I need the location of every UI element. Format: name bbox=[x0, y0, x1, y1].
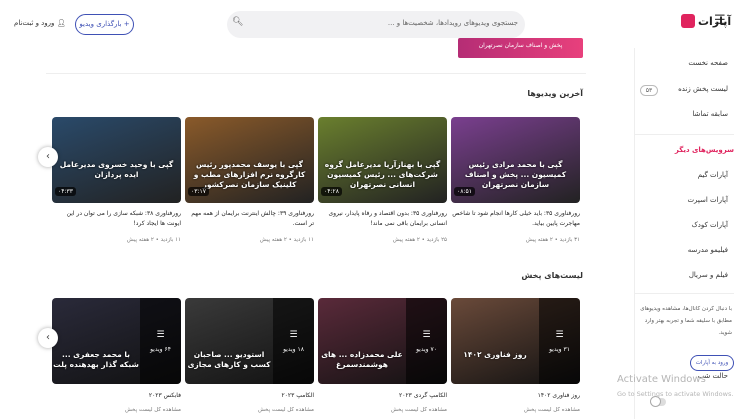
user-icon: 👤︎ bbox=[56, 19, 66, 27]
section-divider bbox=[46, 73, 586, 74]
video-title[interactable]: رورفناوری ۳۹: چالش اینترنت برایمان از هم… bbox=[185, 209, 314, 229]
video-meta: ۳۱ بازدید • ۲ هفته پیش bbox=[525, 237, 580, 243]
live-count-badge: ۵۳ bbox=[640, 85, 658, 96]
playlist-thumbnail-caption: استودیو ... صاحبان کسب و کارهای مجازی bbox=[187, 350, 271, 369]
playlist-video-count: ۱۸ ویدیو bbox=[283, 346, 304, 353]
aparat-logo-icon[interactable] bbox=[681, 14, 695, 28]
thumbnail-caption: گپی با یوسف محمدپور رئیس کارگروه نرم افز… bbox=[193, 160, 306, 189]
playlist-icon: ☰ bbox=[289, 330, 298, 340]
duration-badge: ۰۴:۳۳ bbox=[55, 187, 76, 196]
latest-scroll-arrow-icon[interactable]: ‹ bbox=[38, 147, 58, 167]
view-playlist-link[interactable]: مشاهده کل لیست پخش bbox=[52, 407, 181, 413]
video-title[interactable]: رورفناوری ۳۸: شبکه سازی را می توان در ای… bbox=[52, 209, 181, 229]
video-meta: ۱۱ بازدید • ۲ هفته پیش bbox=[126, 237, 181, 243]
playlist-thumbnail-caption: علی محمدزاده ... های هوشمندسمرغ bbox=[321, 350, 403, 369]
playlist-overlay bbox=[273, 298, 314, 384]
playlist-icon: ☰ bbox=[555, 330, 564, 340]
playlist-icon: ☰ bbox=[422, 330, 431, 340]
upload-video-button[interactable]: + بارگذاری ویدیو bbox=[75, 14, 134, 35]
video-meta: ۱۱ بازدید • ۲ هفته پیش bbox=[259, 237, 314, 243]
logo-text[interactable]: آپارات bbox=[698, 15, 731, 28]
playlist-scroll-arrow-icon[interactable]: ‹ bbox=[38, 328, 58, 348]
playlist-title[interactable]: الکامپ گردی ۲۰۲۳ bbox=[318, 391, 447, 401]
sidebar-item-kids[interactable]: آپارات کودک bbox=[692, 221, 729, 229]
view-playlist-link[interactable]: مشاهده کل لیست پخش bbox=[451, 407, 580, 413]
video-title[interactable]: رورفناوری ۳۵: باید خیلی کارها انجام شود … bbox=[451, 209, 580, 229]
sidebar-item-sport[interactable]: آپارات اسپرت bbox=[687, 196, 728, 204]
thumbnail-caption: گپی با وحید خسروی مدیرعامل ایده پردازان bbox=[59, 160, 174, 179]
playlists-title: لیست‌های پخش bbox=[521, 271, 583, 280]
banner-caption: پخش و اصناف سازمان نصرتهران bbox=[478, 42, 563, 49]
search-input[interactable]: جستجوی ویدیوهای رویدادها، شخصیت‌ها و ... bbox=[256, 19, 518, 27]
sidebar-item-movies[interactable]: فیلم و سریال bbox=[689, 271, 728, 279]
playlist-thumbnail-caption: با محمد جعفری ... شبکه گذار بهدهنده پلت bbox=[53, 350, 139, 369]
playlist-video-count: ۳۱ ویدیو bbox=[549, 346, 570, 353]
view-count: ۱۱ بازدید bbox=[160, 237, 181, 243]
sidebar-other-heading: سرویس‌های دیگر bbox=[674, 146, 734, 154]
sidebar-item-school[interactable]: فیلیمو مدرسه bbox=[688, 246, 728, 254]
upload-age: ۲ هفته پیش bbox=[392, 237, 420, 243]
upload-age: ۲ هفته پیش bbox=[126, 237, 154, 243]
upload-age: ۲ هفته پیش bbox=[259, 237, 287, 243]
playlist-overlay bbox=[539, 298, 580, 384]
duration-badge: ۰۳:۱۷ bbox=[188, 187, 209, 196]
sidebar-divider bbox=[634, 134, 734, 135]
sidebar-item-game[interactable]: آپارات گیم bbox=[698, 171, 728, 179]
sidebar-login-description: با دنبال کردن کانال‌ها، مشاهده ویدیوهای … bbox=[640, 306, 732, 336]
video-title[interactable]: رورفناوری ۳۵: بدون اقتصاد و رفاه پایدار،… bbox=[318, 209, 447, 229]
playlist-icon: ☰ bbox=[156, 330, 165, 340]
playlist-title[interactable]: روز فناوری ۱۴۰۲ bbox=[451, 391, 580, 401]
thumbnail-caption: گپی با بهنازآریا مدیرعامل گروه شرکت‌های … bbox=[324, 160, 441, 189]
sidebar-login-button[interactable]: ورود به آپارات bbox=[690, 355, 734, 371]
search-icon[interactable]: 🔍︎ bbox=[232, 17, 243, 27]
view-count: ۲۵ بازدید bbox=[426, 237, 447, 243]
os-activation-watermark: Activate Windows bbox=[617, 374, 706, 385]
playlist-overlay bbox=[406, 298, 447, 384]
latest-videos-title: آخرین ویدیوها bbox=[527, 89, 583, 98]
duration-badge: ۰۴:۲۸ bbox=[321, 187, 342, 196]
view-count: ۳۱ بازدید bbox=[559, 237, 580, 243]
video-meta: ۲۵ بازدید • ۲ هفته پیش bbox=[392, 237, 447, 243]
duration-badge: ۰۸:۵۱ bbox=[454, 187, 475, 196]
view-playlist-link[interactable]: مشاهده کل لیست پخش bbox=[185, 407, 314, 413]
playlist-thumbnail-caption: روز فناوری ۱۴۰۲ bbox=[463, 350, 527, 359]
page: ☰ آپارات جستجوی ویدیوهای رویدادها، شخصیت… bbox=[0, 0, 734, 419]
playlist-title[interactable]: فابکس ۲۰۲۳ bbox=[52, 391, 181, 401]
thumbnail-caption: گپی با محمد مرادی رئیس کمیسیون ... پخش و… bbox=[464, 160, 567, 189]
sidebar-item-home[interactable]: صفحه نخست bbox=[688, 59, 728, 67]
view-playlist-link[interactable]: مشاهده کل لیست پخش bbox=[318, 407, 447, 413]
playlist-overlay bbox=[140, 298, 181, 384]
playlist-video-count: ۶۴ ویدیو bbox=[150, 346, 171, 353]
upload-age: ۲ هفته پیش bbox=[525, 237, 553, 243]
os-activation-watermark-sub: Go to Settings to activate Windows. bbox=[617, 390, 734, 398]
sidebar-item-live[interactable]: لیست پخش زنده bbox=[678, 85, 728, 93]
login-link[interactable]: 👤︎ ورود و ثبت‌نام bbox=[14, 19, 66, 27]
sidebar-divider bbox=[634, 293, 734, 294]
sidebar-item-history[interactable]: سابقه تماشا bbox=[692, 110, 728, 118]
playlist-video-count: ۷۰ ویدیو bbox=[416, 346, 437, 353]
login-label: ورود و ثبت‌نام bbox=[14, 19, 55, 27]
view-count: ۱۱ بازدید bbox=[293, 237, 314, 243]
playlist-title[interactable]: الکامپ ۲۰۲۳ bbox=[185, 391, 314, 401]
